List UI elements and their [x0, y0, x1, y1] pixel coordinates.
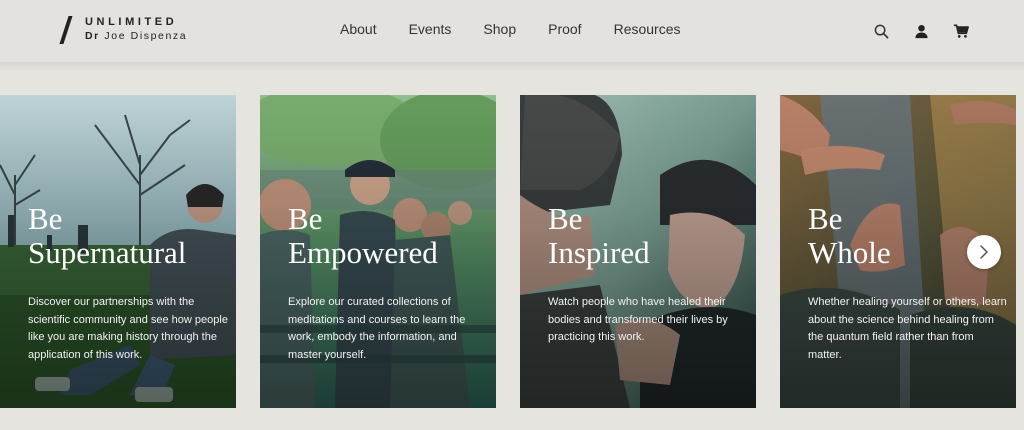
card-description: Watch people who have healed their bodie…: [548, 296, 728, 343]
logo-slash-mark: [59, 16, 73, 44]
card-title-line1: Be: [808, 201, 843, 236]
card-title-line2: Supernatural: [28, 235, 187, 270]
header-tools: [872, 22, 970, 40]
nav-shop[interactable]: Shop: [483, 21, 516, 37]
card-title: Be Whole: [808, 202, 891, 270]
card-title-line2: Empowered: [288, 235, 438, 270]
brand-logo[interactable]: UNLIMITED Dr Joe Dispenza: [59, 16, 224, 46]
card-title: Be Empowered: [288, 202, 438, 270]
nav-resources[interactable]: Resources: [614, 21, 681, 37]
card-description: Explore our curated collections of medit…: [288, 296, 466, 361]
card-description: Whether healing yourself or others, lear…: [808, 296, 1007, 361]
carousel-next-button[interactable]: [967, 235, 1001, 269]
account-icon[interactable]: [912, 22, 930, 40]
card-be-inspired[interactable]: Be Inspired Watch people who have healed …: [520, 95, 756, 408]
header-shadow: [0, 62, 1024, 72]
chevron-right-icon: [980, 245, 988, 259]
nav-about[interactable]: About: [340, 21, 377, 37]
cart-icon[interactable]: [952, 22, 970, 40]
card-be-empowered[interactable]: Be Empowered Explore our curated collecti…: [260, 95, 496, 408]
card-title-line1: Be: [548, 201, 583, 236]
logo-wordmark: UNLIMITED: [85, 16, 178, 28]
nav-events[interactable]: Events: [409, 21, 452, 37]
card-title: Be Inspired: [548, 202, 650, 270]
card-description: Discover our partnerships with the scien…: [28, 296, 228, 361]
card-title-line2: Inspired: [548, 235, 650, 270]
card-title-line2: Whole: [808, 235, 891, 270]
search-icon[interactable]: [872, 22, 890, 40]
card-title-line1: Be: [288, 201, 323, 236]
main-nav: About Events Shop Proof Resources: [340, 21, 681, 37]
card-title-line1: Be: [28, 201, 63, 236]
logo-name: Joe Dispenza: [104, 30, 188, 42]
logo-prefix: Dr: [85, 30, 100, 42]
site-header: UNLIMITED Dr Joe Dispenza About Events S…: [0, 0, 1024, 62]
card-be-supernatural[interactable]: Be Supernatural Discover our partnerships…: [0, 95, 236, 408]
logo-subtitle: Dr Joe Dispenza: [85, 30, 187, 42]
nav-proof[interactable]: Proof: [548, 21, 581, 37]
card-title: Be Supernatural: [28, 202, 186, 270]
